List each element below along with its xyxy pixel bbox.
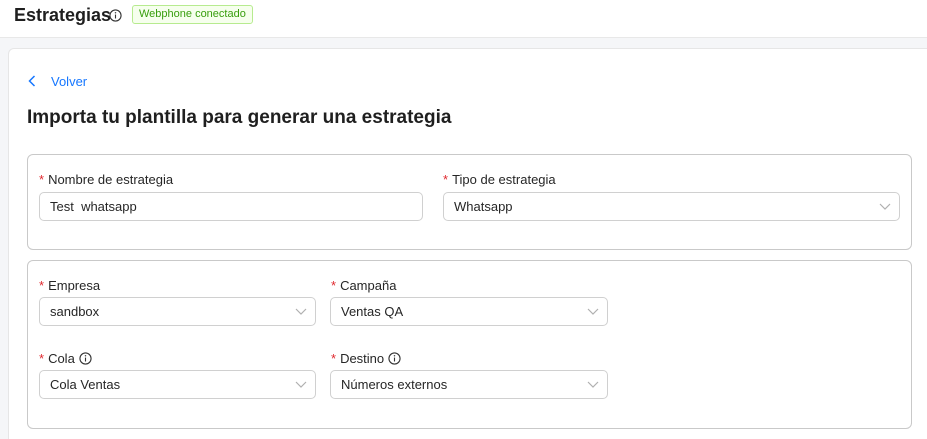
required-marker: *: [39, 172, 45, 187]
campana-select[interactable]: Ventas QA: [330, 297, 608, 326]
form-heading: Importa tu plantilla para generar una es…: [27, 107, 452, 128]
campana-label-text: Campaña: [340, 278, 397, 293]
required-marker: *: [39, 351, 45, 366]
tipo-select[interactable]: Whatsapp: [443, 192, 900, 221]
assignment-section: [27, 260, 912, 429]
destino-label: * Destino: [331, 351, 401, 366]
empresa-select[interactable]: sandbox: [39, 297, 316, 326]
required-marker: *: [331, 351, 337, 366]
chevron-left-icon: [28, 75, 36, 87]
empresa-label: * Empresa: [39, 278, 100, 293]
destino-select[interactable]: Números externos: [330, 370, 608, 399]
tipo-select-value: Whatsapp: [454, 199, 513, 214]
nombre-label: * Nombre de estrategia: [39, 172, 173, 187]
chevron-down-icon: [295, 308, 307, 315]
info-icon[interactable]: [109, 9, 122, 22]
tipo-label-text: Tipo de estrategia: [452, 172, 556, 187]
chevron-down-icon: [587, 308, 599, 315]
campana-label: * Campaña: [331, 278, 396, 293]
chevron-down-icon: [295, 381, 307, 388]
required-marker: *: [443, 172, 449, 187]
required-marker: *: [331, 278, 337, 293]
page-title: Estrategias: [14, 5, 112, 25]
nombre-input-wrapper: [39, 192, 423, 221]
required-marker: *: [39, 278, 45, 293]
top-bar: Estrategias Webphone conectado: [0, 0, 927, 38]
info-icon[interactable]: [79, 352, 92, 365]
empresa-label-text: Empresa: [48, 278, 101, 293]
chevron-down-icon: [879, 203, 891, 210]
chevron-down-icon: [587, 381, 599, 388]
back-link[interactable]: Volver: [28, 72, 87, 90]
nombre-label-text: Nombre de estrategia: [48, 172, 174, 187]
nombre-input[interactable]: [50, 193, 422, 220]
cola-label-text: Cola: [48, 351, 75, 366]
back-link-label: Volver: [51, 73, 88, 89]
campana-select-value: Ventas QA: [341, 304, 404, 319]
destino-select-value: Números externos: [341, 377, 448, 392]
status-badge: Webphone conectado: [132, 5, 253, 24]
empresa-select-value: sandbox: [50, 304, 100, 319]
tipo-label: * Tipo de estrategia: [443, 172, 556, 187]
info-icon[interactable]: [388, 352, 401, 365]
destino-label-text: Destino: [340, 351, 385, 366]
cola-select[interactable]: Cola Ventas: [39, 370, 316, 399]
cola-select-value: Cola Ventas: [50, 377, 121, 392]
cola-label: * Cola: [39, 351, 92, 366]
